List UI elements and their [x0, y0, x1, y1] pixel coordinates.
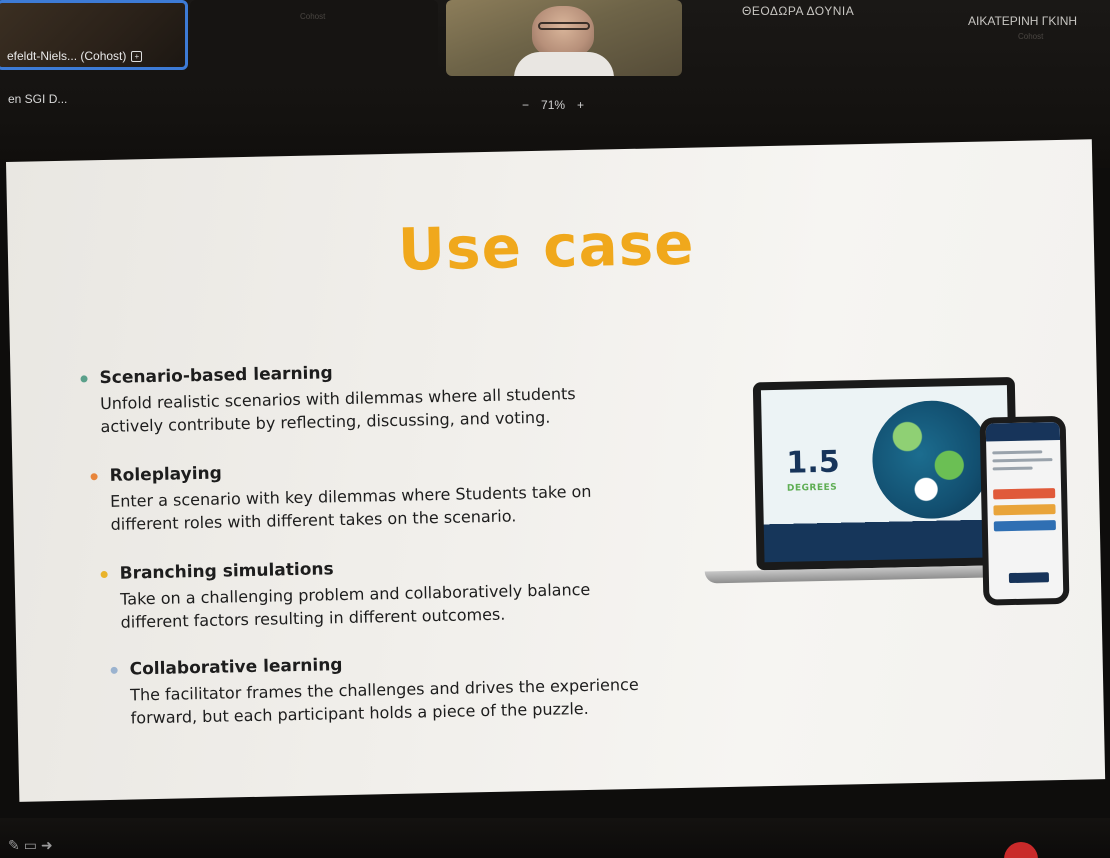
text-line	[992, 450, 1043, 455]
slide-title: Use case	[397, 209, 696, 284]
pencil-icon[interactable]: ✎	[8, 838, 20, 854]
laptop-illustration: 1.5 DEGREES	[752, 376, 1019, 571]
phone-header-bar	[985, 421, 1061, 442]
zoom-out-button[interactable]: −	[522, 98, 529, 112]
bullet-icon	[80, 374, 88, 382]
degrees-label: DEGREES	[786, 482, 838, 494]
bullet-icon	[100, 570, 108, 578]
participant-face	[532, 6, 594, 58]
submit-button	[1008, 572, 1050, 584]
text-line	[992, 466, 1033, 471]
answer-option	[993, 504, 1056, 516]
answer-option	[993, 520, 1056, 532]
answer-option	[993, 488, 1056, 500]
list-item: Roleplaying Enter a scenario with key di…	[90, 454, 691, 537]
item-description: Take on a challenging problem and collab…	[119, 579, 591, 632]
zoom-in-button[interactable]: +	[577, 98, 584, 112]
text-line	[992, 458, 1053, 463]
participant-name: efeldt-Niels... (Cohost) +	[7, 49, 143, 63]
expand-icon[interactable]: +	[131, 50, 143, 62]
participant-shirt	[514, 52, 614, 76]
participant-name-gkini: ΑΙΚΑΤΕΡΙΝΗ ΓΚΙΝΗ	[968, 14, 1078, 28]
phone-illustration	[979, 415, 1070, 606]
item-description: Unfold realistic scenarios with dilemmas…	[99, 384, 576, 437]
globe-image	[871, 399, 992, 520]
bullet-icon	[110, 666, 118, 674]
item-description: The facilitator frames the challenges an…	[129, 674, 639, 728]
meeting-toolbar	[0, 818, 1110, 858]
participant-tile-dim[interactable]	[190, 0, 438, 70]
list-item: Collaborative learning The facilitator f…	[110, 647, 711, 730]
zoom-control: − 71% +	[522, 98, 584, 112]
zoom-level: 71%	[541, 98, 566, 112]
item-title: Scenario-based learning	[99, 363, 333, 389]
big-number-label: 1.5	[786, 444, 840, 481]
participant-name-text: efeldt-Niels... (Cohost)	[7, 49, 127, 63]
participant-role-label: Cohost	[300, 12, 326, 21]
participant-tile-active[interactable]: efeldt-Niels... (Cohost) +	[0, 0, 188, 70]
arrow-icon[interactable]: ➜	[41, 838, 53, 854]
item-description: Enter a scenario with key dilemmas where…	[109, 481, 592, 534]
annotation-tools: ✎ ▭ ➜	[8, 838, 53, 854]
laptop-display: 1.5 DEGREES	[760, 385, 1011, 563]
participant-label: en SGI D...	[8, 92, 68, 106]
item-title: Roleplaying	[109, 463, 223, 486]
glasses-shape	[538, 22, 590, 30]
participant-role-label: Cohost	[1018, 32, 1044, 41]
item-title: Collaborative learning	[129, 655, 343, 680]
participant-video-tile[interactable]	[446, 0, 682, 76]
bullet-icon	[90, 472, 98, 480]
phone-display	[985, 421, 1064, 600]
shared-slide: Use case Scenario-based learning Unfold …	[6, 139, 1106, 802]
participant-name-doynia: ΘΕΟΔΩΡΑ ΔΟΥΝΙΑ	[742, 4, 855, 18]
list-item: Branching simulations Take on a challeng…	[100, 552, 701, 635]
item-title: Branching simulations	[119, 559, 334, 584]
screen-icon[interactable]: ▭	[24, 838, 37, 854]
list-item: Scenario-based learning Unfold realistic…	[80, 356, 681, 439]
